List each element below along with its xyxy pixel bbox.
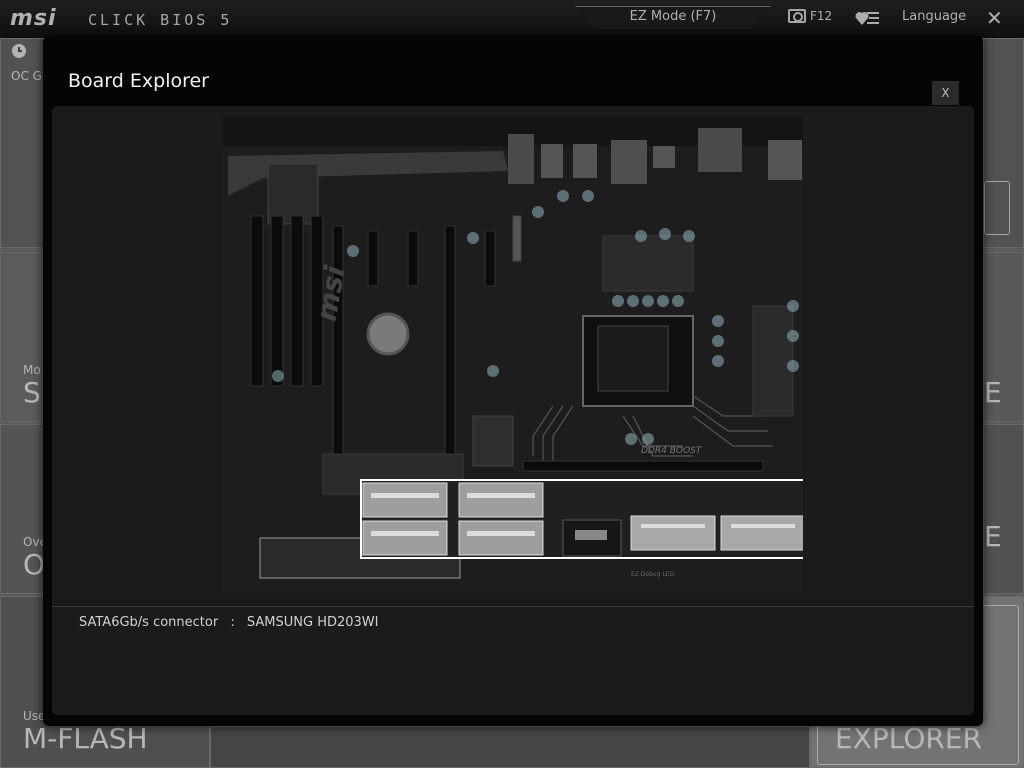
dialog-body: msi DDR4 BOOST EZ Debug LED SATA6Gb/s co… [52,106,974,715]
dialog-title: Board Explorer [68,70,209,92]
io-audio [508,134,534,184]
board-explorer-dialog: Board Explorer X msi DDR4 BOOST EZ Debug… [43,36,983,726]
dialog-close-button[interactable]: X [932,81,959,105]
component-name: SATA6Gb/s connector [79,615,219,630]
io-vga [698,128,742,172]
io-usb-1 [541,144,563,178]
component-info: SATA6Gb/s connector : SAMSUNG HD203WI [79,615,378,630]
io-hdmi [653,146,675,168]
ez-debug-silk: EZ Debug LED [631,571,675,578]
cmos-battery [366,312,410,356]
io-ps2 [768,140,802,180]
io-usb-2 [573,144,597,178]
ddr4-boost-silk: DDR4 BOOST [641,446,703,456]
component-separator: : [230,615,235,630]
io-lan [611,140,647,184]
dialog-divider [52,606,974,607]
motherboard-image[interactable]: msi DDR4 BOOST EZ Debug LED [223,116,803,594]
component-device: SAMSUNG HD203WI [246,615,379,630]
